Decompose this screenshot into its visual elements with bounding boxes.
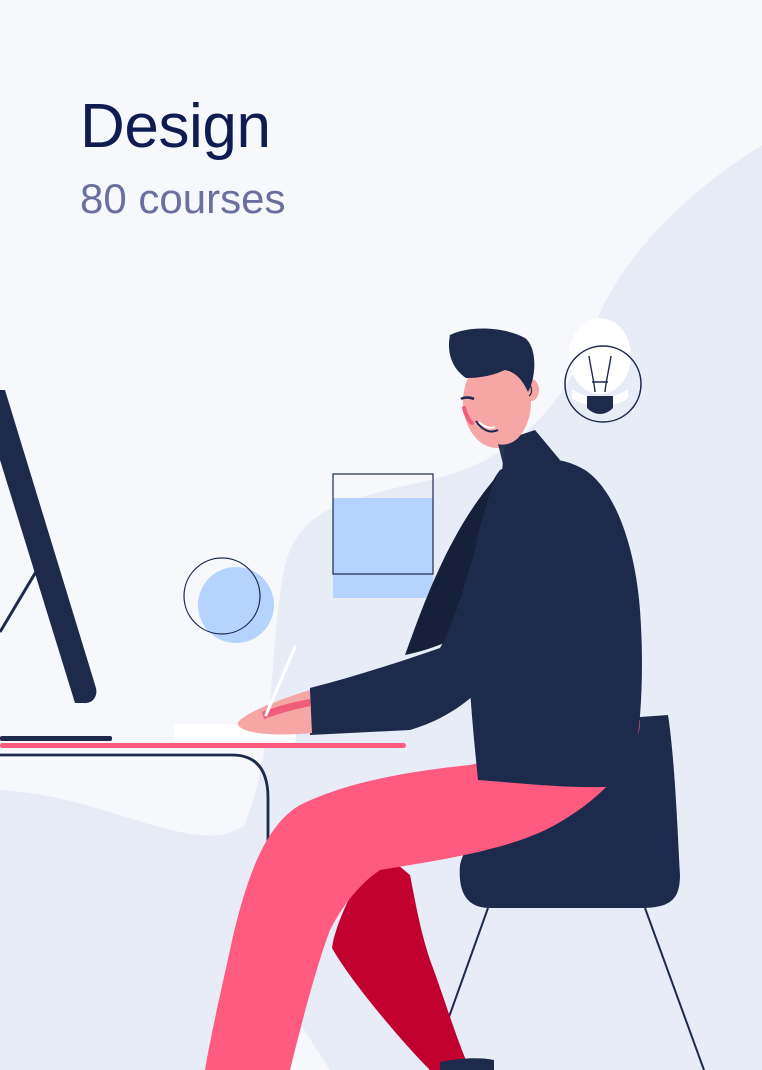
category-title: Design	[80, 92, 271, 161]
circle-shape	[183, 557, 274, 643]
category-card[interactable]: Design 80 courses	[0, 0, 762, 1070]
monitor-icon	[0, 390, 112, 741]
course-count: 80 courses	[80, 175, 286, 222]
